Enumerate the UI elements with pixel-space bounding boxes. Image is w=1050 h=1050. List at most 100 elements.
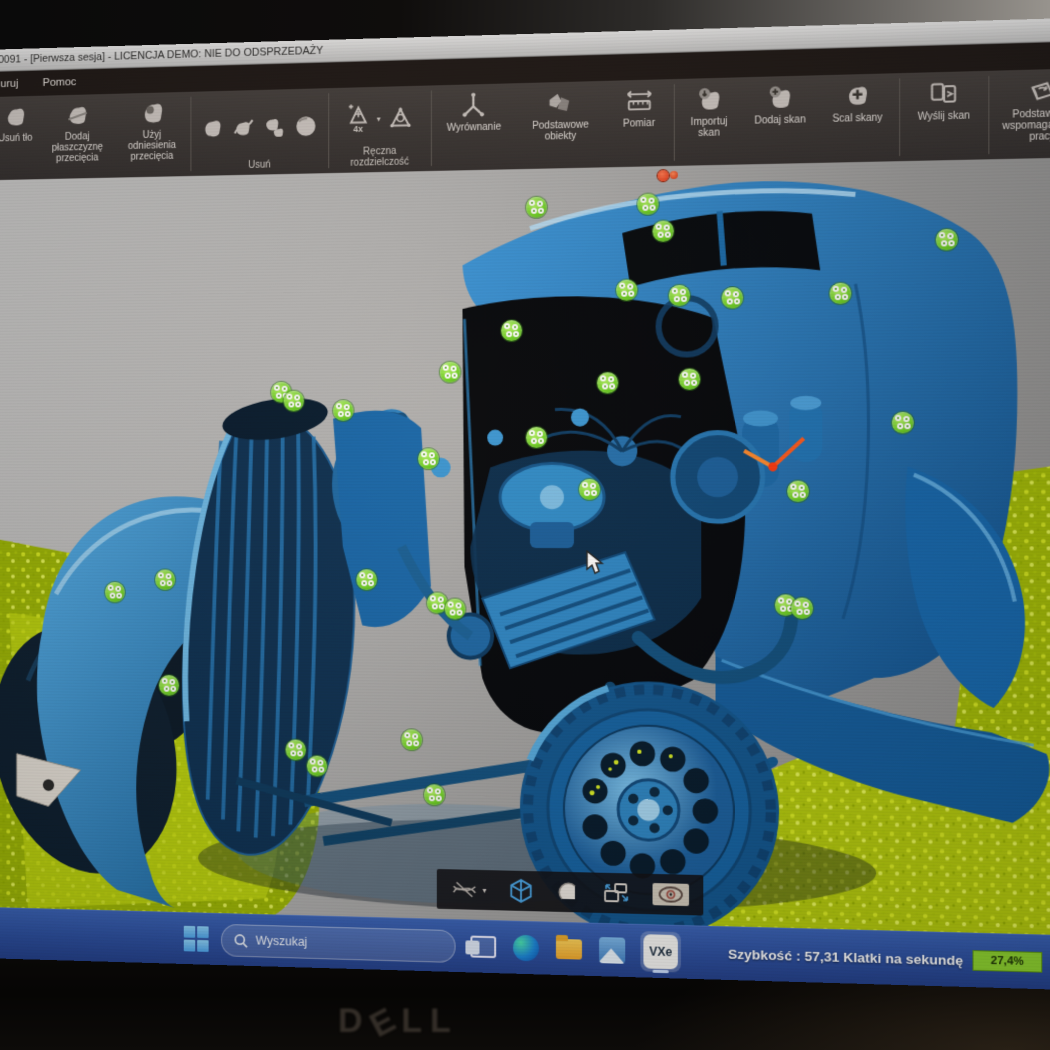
set-resolution-icon[interactable]: [387, 103, 414, 133]
ribbon-importuj-skan-button[interactable]: Importuj skan: [675, 77, 742, 166]
ribbon-label: Pomiar: [623, 118, 655, 130]
scan-target: [285, 739, 305, 760]
ribbon-label: Scal skany: [832, 112, 882, 125]
scan-target: [936, 229, 958, 251]
ram-usage-bar: 27,4%: [972, 950, 1042, 973]
ribbon-label: Dodaj płaszczyznę przecięcia: [44, 131, 111, 165]
menu-pomoc[interactable]: Pomoc: [43, 76, 77, 89]
ribbon-separator: [988, 76, 989, 154]
ribbon-separator: [190, 97, 191, 171]
chevron-down-icon[interactable]: ▾: [377, 114, 381, 123]
ribbon-wyslij-skan-button[interactable]: Wyślij skan: [901, 71, 987, 161]
primitives-icon: [545, 88, 575, 119]
vxelements-app-button-active[interactable]: VXe: [640, 931, 681, 972]
scan-target: [579, 479, 600, 500]
ribbon-separator: [328, 93, 329, 168]
taskbar-status-cluster: Szybkość : 57,31 Klatki na sekundę 27,4%…: [728, 927, 1050, 991]
ribbon-dodaj-skan-button[interactable]: Dodaj skan: [743, 75, 818, 164]
guided-workflow-icon: [1026, 75, 1050, 107]
remove-background-icon: [3, 102, 27, 132]
ribbon-label: Dodaj skan: [754, 114, 805, 127]
ribbon-label: Usuń tło: [0, 133, 32, 145]
photo-of-monitor: { "window": { "title": "190091 - [Pierws…: [0, 0, 1050, 1050]
scan-target: [892, 412, 914, 434]
scan-target: [424, 784, 445, 805]
ribbon-group-rozdzielczosc: 4x ▾ Ręczna rozdzielczość: [330, 86, 429, 174]
scan-target: [156, 569, 176, 590]
edge-icon: [513, 935, 539, 962]
start-button[interactable]: [184, 926, 209, 952]
photos-app-button[interactable]: [597, 935, 627, 966]
scan-target: [419, 449, 440, 470]
scan-target: [333, 401, 353, 422]
ribbon-usun-tlo-button[interactable]: Usuń tło: [0, 96, 40, 180]
scan-target: [357, 569, 378, 590]
ribbon-uzyj-odniesienia-button[interactable]: Użyj odniesienia przecięcia: [114, 92, 189, 178]
import-scan-icon: [695, 84, 724, 115]
ribbon-podstawowe-obiekty-button[interactable]: Podstawowe obiekty: [515, 81, 605, 169]
scan-target: [159, 675, 179, 696]
scan-target: [829, 282, 851, 304]
dell-letter: L: [401, 1002, 430, 1040]
alignment-axes-icon: [460, 90, 488, 121]
delete-patch-icon[interactable]: [200, 113, 225, 143]
add-cut-plane-icon: [65, 100, 89, 130]
task-view-button[interactable]: [468, 931, 498, 962]
viewport[interactable]: ▾ Han Para Śred: [0, 157, 1050, 936]
ribbon-pomiar-button[interactable]: Pomiar: [606, 79, 673, 167]
scan-target: [283, 390, 303, 411]
ribbon-label: Podstawowy wspomagany tok pracy: [994, 107, 1050, 144]
edge-browser-button[interactable]: [511, 933, 541, 964]
increase-resolution-icon[interactable]: 4x: [346, 104, 371, 134]
measure-icon: [624, 86, 654, 117]
scan-target: [501, 320, 522, 341]
scan-target: [679, 369, 700, 390]
chevron-down-icon[interactable]: ▾: [482, 885, 486, 894]
ribbon-group-label: Ręczna rozdzielczość: [330, 145, 429, 173]
cube-view-button[interactable]: [508, 878, 534, 905]
menu-konfiguruj[interactable]: Konfiguruj: [0, 78, 18, 91]
ribbon-label: Wyrównanie: [447, 122, 501, 134]
use-cut-reference-icon: [139, 98, 166, 128]
mesh-mode-button[interactable]: ▾: [451, 878, 487, 901]
vxelements-icon: VXe: [643, 934, 677, 969]
scan-target: [307, 755, 327, 776]
dell-letter: D: [338, 1002, 371, 1040]
search-input[interactable]: Wyszukaj: [221, 923, 456, 962]
scan-target: [652, 220, 673, 242]
ribbon-separator: [899, 78, 900, 156]
scan-target: [526, 427, 547, 448]
file-explorer-button[interactable]: [554, 934, 584, 965]
ribbon-label: Wyślij skan: [918, 110, 970, 123]
visibility-eye-button[interactable]: [653, 883, 690, 906]
delete-spline-icon[interactable]: [231, 112, 256, 142]
ram-percent: 27,4%: [991, 955, 1024, 968]
delete-object-icon[interactable]: [292, 111, 319, 141]
scan-target: [445, 599, 466, 620]
ribbon-tok-pracy-button[interactable]: Podstawowy wspomagany tok pracy: [990, 68, 1050, 159]
resize-view-button[interactable]: [602, 881, 630, 906]
shaded-view-button[interactable]: [556, 880, 580, 905]
ribbon-group-usun: Usuń: [192, 88, 327, 176]
ribbon-label: Importuj skan: [680, 116, 739, 140]
folder-icon: [556, 939, 582, 960]
viewport-toolbar: ▾: [437, 869, 703, 916]
ribbon-scal-skany-button[interactable]: Scal skany: [817, 73, 897, 163]
ribbon-label: Podstawowe obiekty: [519, 119, 601, 143]
scan-target: [105, 582, 125, 603]
delete-patches-icon[interactable]: [261, 111, 286, 141]
send-scan-icon: [928, 78, 959, 110]
ribbon-dodaj-plaszczyzne-button[interactable]: Dodaj płaszczyznę przecięcia: [40, 94, 114, 179]
scan-target: [722, 287, 743, 309]
merge-scans-icon: [843, 80, 872, 111]
monitor-screen: 190091 - [Pierwsza sesja] - LICENCJA DEM…: [0, 17, 1050, 991]
scan-target: [787, 481, 809, 502]
scan-target: [597, 372, 618, 393]
ribbon-wyrownanie-button[interactable]: Wyrównanie: [432, 83, 515, 171]
photos-icon: [599, 937, 625, 964]
task-view-icon: [470, 936, 496, 959]
scan-target: [439, 362, 460, 383]
search-placeholder: Wyszukaj: [256, 934, 308, 949]
ribbon-separator: [431, 90, 432, 166]
scan-target: [616, 279, 637, 300]
